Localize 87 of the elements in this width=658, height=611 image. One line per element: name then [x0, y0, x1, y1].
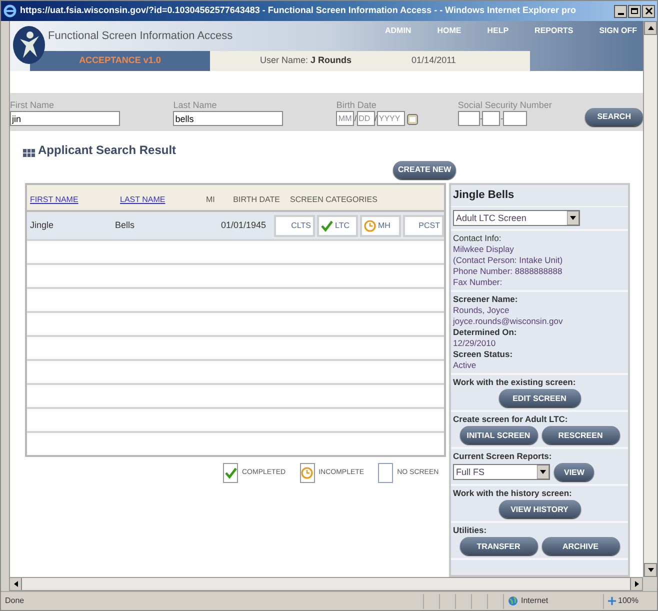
- ssn-separator: -: [480, 112, 482, 124]
- globe-icon: [508, 596, 518, 606]
- category-button[interactable]: LTC: [316, 214, 358, 236]
- action-label: Current Screen Reports:: [453, 451, 553, 462]
- current-date: 01/14/2011: [412, 54, 456, 68]
- user-name: User Name: J Rounds: [260, 54, 352, 68]
- column-header-link[interactable]: FIRST NAME: [30, 194, 78, 204]
- column-header: SCREEN CATEGORIES: [289, 194, 378, 204]
- action-label: Work with the history screen:: [453, 488, 573, 499]
- action-button[interactable]: VIEW HISTORY: [498, 500, 580, 518]
- horizontal-scrollbar[interactable]: [9, 577, 643, 591]
- zoom-icon: [608, 597, 616, 605]
- close-icon[interactable]: [642, 4, 655, 18]
- category-button[interactable]: CLTS: [274, 214, 315, 236]
- action-button[interactable]: INITIAL SCREEN: [460, 426, 538, 444]
- action-button[interactable]: CREATE NEW: [393, 161, 456, 179]
- action-button[interactable]: ARCHIVE: [542, 537, 620, 555]
- nav-link[interactable]: REPORTS: [534, 25, 574, 37]
- contact-label: Contact Info:: [453, 233, 502, 244]
- text-field[interactable]: jin: [10, 111, 120, 126]
- app-title: Functional Screen Information Access: [48, 28, 233, 44]
- info-value: Active: [453, 360, 478, 371]
- grid-icon: [23, 149, 35, 157]
- action-button[interactable]: RESCREEN: [542, 426, 620, 444]
- ssn-field[interactable]: [503, 111, 528, 126]
- info-label: Screener Name:: [453, 294, 519, 305]
- date-field[interactable]: YYYY: [376, 111, 405, 126]
- dropdown-arrow-icon: [567, 211, 579, 225]
- section-title: Applicant Search Result: [38, 143, 176, 157]
- column-header: BIRTH DATE: [233, 194, 280, 204]
- vertical-scrollbar[interactable]: [643, 21, 657, 577]
- date-field[interactable]: MM: [336, 111, 354, 126]
- table-cell-text: Bells: [114, 218, 136, 232]
- category-button[interactable]: PCST: [402, 214, 444, 236]
- clock-icon: [364, 220, 376, 232]
- text-field[interactable]: bells: [173, 111, 284, 126]
- browser-icon: [3, 4, 17, 18]
- clock-icon: [301, 467, 314, 479]
- info-value: joyce.rounds@wisconsin.gov: [453, 316, 564, 327]
- window-title: https://uat.fsia.wisconsin.gov/?id=0.10304562577643483 - Functional Screen Information Access - - Windows Internet Explorer pro: [20, 4, 577, 18]
- column-header-link[interactable]: LAST NAME: [120, 194, 166, 204]
- status-text: Done: [5, 595, 26, 607]
- contact-text: (Contact Person: Intake Unit): [453, 255, 564, 266]
- field-label: Last Name: [173, 100, 218, 111]
- info-label: Determined On:: [453, 327, 518, 338]
- field-label: Birth Date: [336, 100, 378, 111]
- action-label: Create screen for Adult LTC:: [453, 414, 569, 425]
- date-separator: /: [354, 112, 357, 124]
- action-label: Utilities:: [453, 525, 488, 536]
- date-separator: /: [374, 112, 377, 124]
- dropdown[interactable]: Adult LTC Screen: [453, 210, 580, 226]
- table-row[interactable]: Jingle Bells 01/01/1945 CLTS LTC MH PCST: [27, 210, 444, 239]
- check-icon: [320, 220, 333, 232]
- contact-text: Phone Number: 8888888888: [453, 266, 564, 277]
- contact-text: Fax Number:: [453, 277, 504, 288]
- action-label: Work with the existing screen:: [453, 377, 577, 388]
- dropdown[interactable]: Full FS: [453, 464, 550, 480]
- contact-text: Milwkee Display: [453, 244, 515, 255]
- calendar-icon[interactable]: [406, 112, 418, 124]
- nav-link[interactable]: SIGN OFF: [599, 25, 637, 37]
- applicant-name: Jingle Bells: [453, 190, 514, 201]
- environment-banner: ACCEPTANCE v1.0: [30, 51, 210, 71]
- action-button[interactable]: VIEW: [554, 463, 594, 481]
- column-header: MI: [206, 194, 215, 204]
- field-label: Social Security Number: [458, 100, 553, 111]
- date-field[interactable]: DD: [356, 111, 375, 126]
- action-button[interactable]: SEARCH: [585, 108, 643, 126]
- field-label: First Name: [10, 100, 56, 111]
- minimize-icon[interactable]: [614, 4, 627, 18]
- dropdown-arrow-icon: [537, 465, 549, 479]
- maximize-icon[interactable]: [628, 4, 641, 18]
- legend-swatch: [378, 463, 394, 483]
- table-cell-text: Jingle: [30, 218, 55, 232]
- category-button[interactable]: MH: [360, 214, 401, 236]
- info-value: 12/29/2010: [453, 338, 497, 349]
- info-label: Screen Status:: [453, 349, 514, 360]
- table-cell-text: 01/01/1945: [220, 218, 267, 232]
- ssn-field[interactable]: [458, 111, 480, 126]
- zoom-level[interactable]: 100%: [618, 595, 638, 607]
- action-button[interactable]: EDIT SCREEN: [498, 389, 580, 407]
- logo-icon: [12, 25, 46, 65]
- zone-text: Internet: [521, 595, 548, 607]
- check-icon: [224, 467, 236, 479]
- ssn-field[interactable]: [482, 111, 500, 126]
- action-button[interactable]: TRANSFER: [460, 537, 538, 555]
- ssn-separator: -: [500, 112, 504, 124]
- info-value: Rounds, Joyce: [453, 305, 510, 316]
